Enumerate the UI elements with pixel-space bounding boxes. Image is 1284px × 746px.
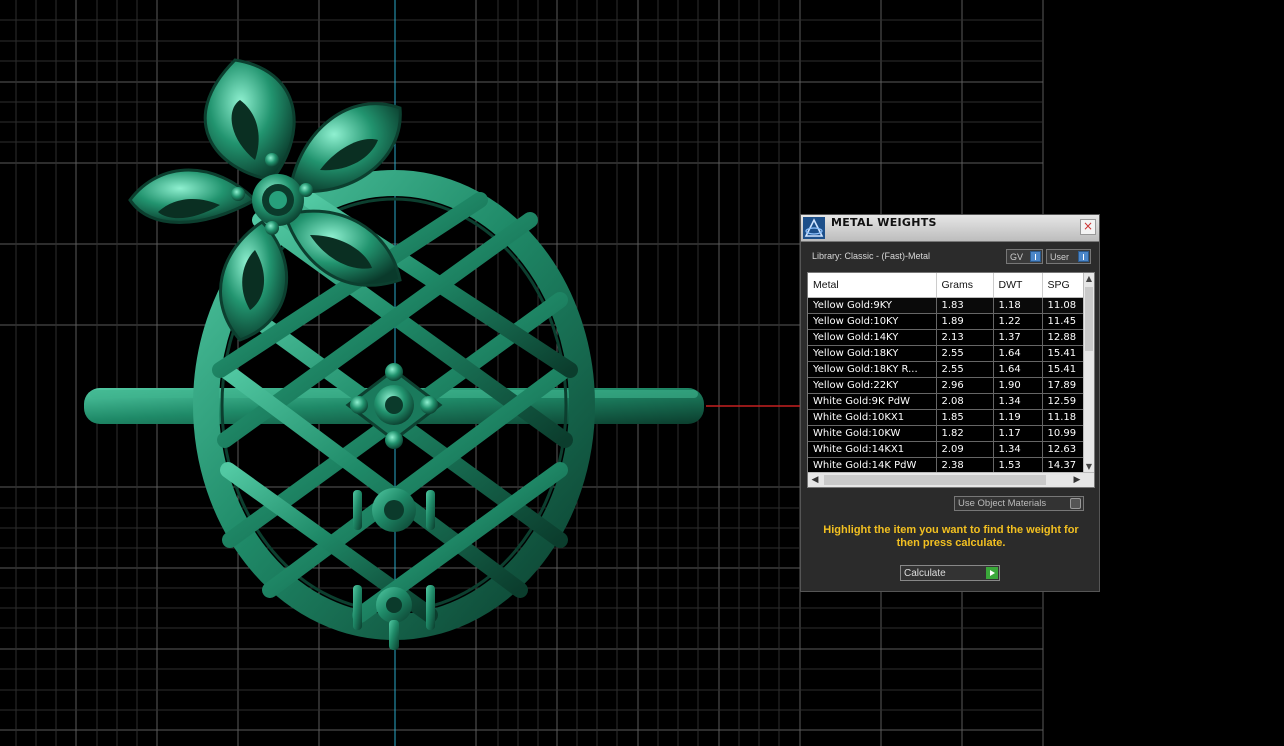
cell-spg: 11.45 [1042, 313, 1086, 330]
cell-grams: 2.08 [936, 393, 994, 410]
table-row[interactable]: Yellow Gold:18KY 2.55 1.64 15.41 [808, 345, 1086, 362]
cell-dwt: 1.37 [993, 329, 1043, 346]
cell-dwt: 1.18 [993, 297, 1043, 314]
cell-spg: 12.63 [1042, 441, 1086, 458]
table-row[interactable]: Yellow Gold:18KY R... 2.55 1.64 15.41 [808, 361, 1086, 378]
close-icon: × [1082, 219, 1094, 233]
cell-grams: 2.55 [936, 361, 994, 378]
metal-weights-panel: METAL WEIGHTS × Library: Classic - (Fast… [800, 214, 1100, 592]
cell-dwt: 1.17 [993, 425, 1043, 442]
cell-spg: 17.89 [1042, 377, 1086, 394]
toggle-switch-icon [1078, 251, 1089, 262]
use-object-materials-toggle[interactable]: Use Object Materials [954, 496, 1084, 511]
cell-dwt: 1.64 [993, 361, 1043, 378]
use-object-materials-label: Use Object Materials [958, 498, 1047, 509]
instruction-text: Highlight the item you want to find the … [823, 524, 1079, 549]
cell-grams: 1.83 [936, 297, 994, 314]
scroll-up-icon[interactable]: ▲ [1084, 273, 1094, 285]
table-row[interactable]: Yellow Gold:14KY 2.13 1.37 12.88 [808, 329, 1086, 346]
cell-metal: Yellow Gold:10KY [808, 313, 937, 330]
cell-grams: 2.96 [936, 377, 994, 394]
table-row[interactable]: Yellow Gold:9KY 1.83 1.18 11.08 [808, 297, 1086, 314]
cell-spg: 11.08 [1042, 297, 1086, 314]
table-row[interactable]: Yellow Gold:22KY 2.96 1.90 17.89 [808, 377, 1086, 394]
cell-spg: 12.88 [1042, 329, 1086, 346]
metal-table-grid[interactable]: Metal Grams DWT SPG Yellow Gold:9KY 1.83 1… [808, 273, 1086, 474]
scroll-thumb[interactable] [1085, 287, 1093, 351]
horizontal-scrollbar[interactable]: ◀ ▶ [808, 472, 1094, 487]
cell-dwt: 1.90 [993, 377, 1043, 394]
toggle-switch-icon [1030, 251, 1041, 262]
cell-metal: White Gold:10KW [808, 425, 937, 442]
scroll-left-icon[interactable]: ◀ [808, 473, 822, 487]
cell-metal: Yellow Gold:9KY [808, 297, 937, 314]
user-toggle-label: User [1050, 252, 1070, 262]
library-label: Library: Classic - (Fast)-Metal [812, 251, 931, 261]
cell-metal: Yellow Gold:14KY [808, 329, 937, 346]
table-header-row: Metal Grams DWT SPG [808, 273, 1086, 298]
table-row[interactable]: White Gold:10KW 1.82 1.17 10.99 [808, 425, 1086, 442]
calculate-button[interactable]: Calculate [900, 565, 1000, 581]
column-header-grams[interactable]: Grams [936, 273, 994, 298]
vertical-scrollbar[interactable]: ▲ ▼ [1083, 273, 1094, 473]
radio-icon [1070, 498, 1081, 509]
cell-dwt: 1.19 [993, 409, 1043, 426]
cell-grams: 2.55 [936, 345, 994, 362]
table-row[interactable]: White Gold:10KX1 1.85 1.19 11.18 [808, 409, 1086, 426]
cell-metal: Yellow Gold:18KY R... [808, 361, 937, 378]
cell-metal: White Gold:9K PdW [808, 393, 937, 410]
calculate-label: Calculate [904, 568, 946, 579]
cell-metal: White Gold:14KX1 [808, 441, 937, 458]
scroll-right-icon[interactable]: ▶ [1070, 473, 1084, 487]
cell-dwt: 1.22 [993, 313, 1043, 330]
table-row[interactable]: Yellow Gold:10KY 1.89 1.22 11.45 [808, 313, 1086, 330]
metal-table[interactable]: Metal Grams DWT SPG Yellow Gold:9KY 1.83 1… [807, 272, 1095, 488]
panel-title: METAL WEIGHTS [831, 216, 937, 229]
panel-titlebar[interactable]: METAL WEIGHTS × [801, 215, 1099, 242]
cell-dwt: 1.64 [993, 345, 1043, 362]
table-row[interactable]: White Gold:9K PdW 2.08 1.34 12.59 [808, 393, 1086, 410]
cell-spg: 10.99 [1042, 425, 1086, 442]
scroll-thumb-horizontal[interactable] [824, 475, 1046, 485]
cell-metal: Yellow Gold:18KY [808, 345, 937, 362]
cell-grams: 1.82 [936, 425, 994, 442]
cell-grams: 1.85 [936, 409, 994, 426]
app-logo-icon [803, 217, 825, 239]
cell-grams: 2.13 [936, 329, 994, 346]
cell-spg: 15.41 [1042, 361, 1086, 378]
user-toggle[interactable]: User [1046, 249, 1091, 264]
cell-spg: 15.41 [1042, 345, 1086, 362]
ring-model[interactable] [84, 58, 704, 650]
cell-spg: 12.59 [1042, 393, 1086, 410]
gv-toggle[interactable]: GV [1006, 249, 1043, 264]
cell-dwt: 1.34 [993, 393, 1043, 410]
cell-spg: 11.18 [1042, 409, 1086, 426]
cell-dwt: 1.34 [993, 441, 1043, 458]
column-header-metal[interactable]: Metal [808, 273, 937, 298]
table-row[interactable]: White Gold:14KX1 2.09 1.34 12.63 [808, 441, 1086, 458]
gv-toggle-label: GV [1010, 252, 1024, 262]
close-button[interactable]: × [1080, 219, 1096, 235]
play-arrow-icon [986, 567, 998, 579]
cell-metal: White Gold:10KX1 [808, 409, 937, 426]
cell-grams: 1.89 [936, 313, 994, 330]
column-header-dwt[interactable]: DWT [993, 273, 1043, 298]
cell-metal: Yellow Gold:22KY [808, 377, 937, 394]
cell-grams: 2.09 [936, 441, 994, 458]
column-header-spg[interactable]: SPG [1042, 273, 1086, 298]
